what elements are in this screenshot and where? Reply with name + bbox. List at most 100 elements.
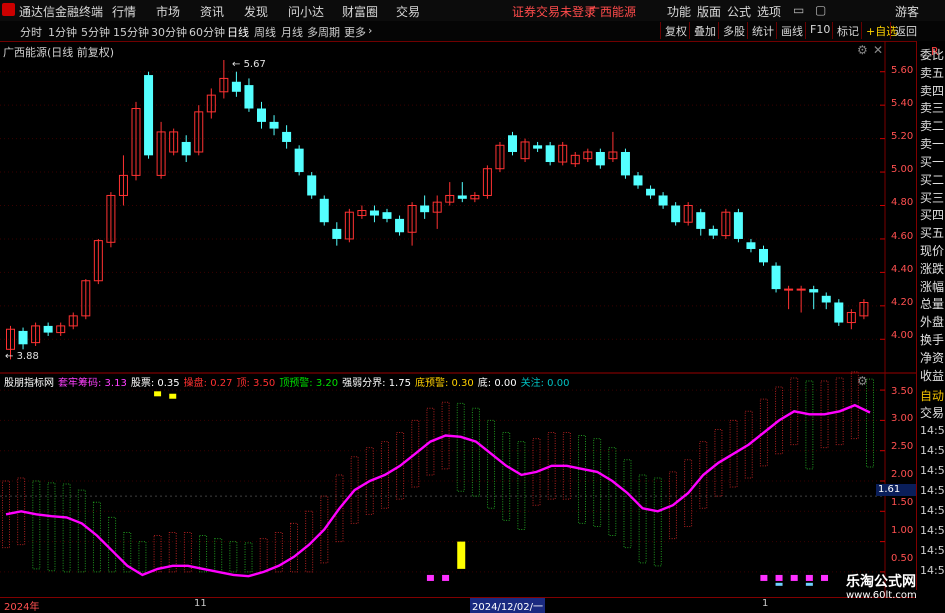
label-volume: 总量: [920, 297, 945, 311]
date-axis: 2024年 11 2024/12/02/一 1: [0, 597, 916, 613]
indicator-tick: 1.00: [891, 525, 914, 536]
tab-multi-period[interactable]: 多周期: [307, 24, 340, 40]
indicator-bar: [456, 402, 465, 492]
menu-trade[interactable]: 交易: [396, 3, 420, 20]
indicator-bar: [153, 535, 162, 573]
indicator-bar: [502, 432, 511, 521]
tab-more[interactable]: 更多: [344, 24, 366, 40]
indicator-bar: [471, 407, 480, 497]
trade-button[interactable]: 交易: [920, 404, 944, 421]
guest-label[interactable]: 游客: [895, 3, 919, 20]
candle-body-down: [545, 145, 555, 163]
menu-news[interactable]: 资讯: [200, 3, 224, 20]
legend-attention: 关注: 0.00: [520, 378, 570, 389]
price-tick: 5.20: [891, 131, 914, 142]
menu-options[interactable]: 选项: [757, 3, 781, 20]
indicator-bar: [487, 419, 496, 509]
price-tick: 4.80: [891, 197, 914, 208]
multi-stock-button[interactable]: 多股: [718, 22, 749, 39]
menu-market-quotes[interactable]: 行情: [112, 3, 136, 20]
indicator-bar: [805, 380, 814, 470]
tick-time: 14:56: [920, 464, 945, 477]
candle-body-down: [294, 148, 304, 173]
candle-body-down: [533, 145, 543, 149]
indicator-tick: 1.50: [891, 497, 914, 508]
trapped-mark: [442, 574, 450, 581]
candle-body-down: [244, 85, 254, 109]
label-buy5: 买五: [920, 226, 945, 240]
legend-trapped: 套牢筹码: 3.13: [58, 378, 127, 389]
menu-layout[interactable]: 版面: [697, 3, 721, 20]
label-sell1: 卖一: [920, 137, 945, 151]
trapped-mark: [775, 574, 783, 581]
candle-body-down: [369, 210, 379, 216]
label-sell2: 卖二: [920, 119, 945, 133]
indicator-bar: [608, 447, 617, 537]
settings-gear-icon[interactable]: ⚙: [857, 43, 868, 57]
label-buy2: 买二: [920, 173, 945, 187]
watermark-url: www.60lt.com: [846, 590, 917, 601]
tab-30min[interactable]: 30分钟: [151, 24, 187, 40]
tab-daily[interactable]: 日线: [227, 24, 249, 40]
top-warning-mark: [154, 391, 162, 397]
menu-discover[interactable]: 发现: [244, 3, 268, 20]
candle-body-down: [382, 212, 392, 219]
trapped-mark: [790, 574, 798, 581]
app-title: 通达信金融终端: [19, 5, 104, 19]
menu-wealth[interactable]: 财富圈: [342, 3, 378, 20]
indicator-bar: [138, 541, 147, 573]
menu-ask[interactable]: 问小达: [288, 3, 324, 20]
tab-timeshare[interactable]: 分时: [20, 24, 42, 40]
tab-1min[interactable]: 1分钟: [48, 24, 77, 40]
candle-body-down: [257, 108, 266, 122]
candle-body-down: [282, 131, 292, 142]
close-chart-icon[interactable]: ✕: [873, 43, 883, 57]
tab-60min[interactable]: 60分钟: [189, 24, 225, 40]
menu-function[interactable]: 功能: [667, 3, 691, 20]
overlay-button[interactable]: 叠加: [689, 22, 720, 39]
candle-body-down: [332, 228, 342, 239]
indicator-bar: [244, 542, 253, 573]
tick-time: 14:56: [920, 444, 945, 457]
back-button[interactable]: 返回: [890, 22, 921, 39]
menu-formula[interactable]: 公式: [727, 3, 751, 20]
tab-weekly[interactable]: 周线: [254, 24, 276, 40]
menu-market[interactable]: 市场: [156, 3, 180, 20]
tick-time: 14:56: [920, 524, 945, 537]
indicator-bar: [77, 489, 86, 573]
attention-mark: [805, 582, 813, 586]
price-tick: 5.60: [891, 65, 914, 76]
tick-time: 14:56: [920, 484, 945, 497]
draw-line-button[interactable]: 画线: [776, 22, 807, 39]
indicator-tick: 0.50: [891, 553, 914, 564]
more-chevron-icon[interactable]: ›: [368, 24, 372, 37]
indicator-bar: [653, 477, 662, 567]
adjust-button[interactable]: 复权: [660, 22, 691, 39]
statistics-button[interactable]: 统计: [747, 22, 778, 39]
kline-chart-area[interactable]: [0, 41, 916, 597]
auto-button[interactable]: 自动: [920, 387, 944, 404]
candle-body-down: [457, 195, 467, 199]
date-label: 11: [194, 598, 207, 609]
indicator-bar: [623, 459, 632, 549]
candle-body-down: [43, 325, 53, 333]
legend-divide: 强弱分界: 1.75: [342, 378, 411, 389]
period-toolbar: 分时 1分钟 5分钟 15分钟 30分钟 60分钟 日线 周线 月线 多周期 更…: [0, 21, 945, 42]
indicator-settings-icon[interactable]: ⚙: [857, 374, 868, 388]
indicator-bar: [32, 480, 41, 570]
tab-5min[interactable]: 5分钟: [81, 24, 110, 40]
watermark-title: 乐淘公式网: [846, 574, 916, 590]
tab-15min[interactable]: 15分钟: [113, 24, 149, 40]
trapped-mark: [805, 574, 813, 581]
mark-button[interactable]: 标记: [832, 22, 863, 39]
minimize-icon[interactable]: ▭: [793, 3, 804, 17]
tab-monthly[interactable]: 月线: [281, 24, 303, 40]
candle-body-down: [809, 289, 819, 293]
login-warning[interactable]: 证券交易未登录: [512, 3, 596, 20]
candle-body-down: [746, 242, 756, 249]
window-icon[interactable]: ▢: [815, 3, 826, 17]
price-tick: 4.40: [891, 264, 914, 275]
f10-button[interactable]: F10: [805, 22, 834, 39]
label-turnover: 换手: [920, 333, 945, 347]
indicator-tick: 2.00: [891, 469, 914, 480]
